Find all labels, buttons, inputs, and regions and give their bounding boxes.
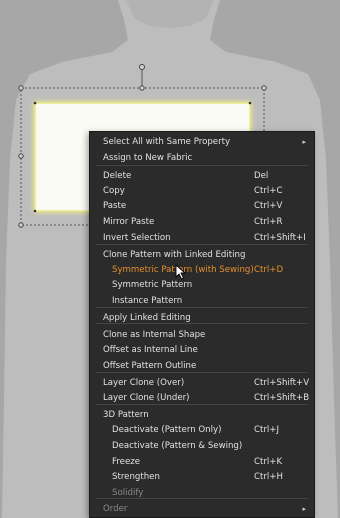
menu-item-shortcut: Del [254,171,269,181]
menu-item-label: Mirror Paste [103,217,155,227]
menu-item-symmetric-pattern[interactable]: Symmetric Pattern [90,277,314,293]
pattern-point-tl[interactable] [33,101,37,105]
menu-item-copy[interactable]: Copy Ctrl+C [90,183,314,199]
menu-item-3d-pattern[interactable]: 3D Pattern [90,407,314,423]
menu-separator [96,498,308,499]
menu-item-label: Select All with Same Property [103,137,231,147]
menu-item-shortcut: Ctrl+C [254,186,283,196]
menu-item-label: Assign to New Fabric [103,153,193,163]
menu-item-label: Freeze [112,457,141,467]
menu-item-mirror-paste[interactable]: Mirror Paste Ctrl+R [90,214,314,230]
menu-separator [96,307,308,308]
handle-bottom-left[interactable] [18,222,24,228]
menu-item-label: Order [103,504,128,514]
menu-item-shortcut: Ctrl+K [254,457,283,467]
menu-item-label: Offset as Internal Line [103,345,198,355]
mouse-cursor-icon [175,264,187,280]
handle-middle-left[interactable] [18,153,24,159]
pattern-point-bl[interactable] [33,209,37,213]
menu-item-clone-pattern-with-linked-editing[interactable]: Clone Pattern with Linked Editing [90,247,314,263]
menu-item-label: Layer Clone (Over) [103,378,185,388]
menu-item-label: Strengthen [112,472,160,482]
menu-item-label: Delete [103,171,132,181]
menu-item-label: Clone Pattern with Linked Editing [103,250,246,260]
menu-item-label: 3D Pattern [103,410,149,420]
rotation-handle[interactable] [139,64,145,70]
handle-top-right[interactable] [261,85,267,91]
menu-separator [96,323,308,324]
handle-top-center[interactable] [139,85,145,91]
menu-item-paste[interactable]: Paste Ctrl+V [90,198,314,214]
submenu-arrow-icon: ▸ [302,138,306,146]
menu-separator [96,372,308,373]
handle-top-left[interactable] [18,85,24,91]
menu-item-deactivate-pattern-only[interactable]: Deactivate (Pattern Only) Ctrl+J [90,422,314,438]
menu-item-freeze[interactable]: Freeze Ctrl+K [90,454,314,470]
menu-item-select-all-with-same-property[interactable]: Select All with Same Property ▸ [90,134,314,150]
menu-item-strengthen[interactable]: Strengthen Ctrl+H [90,469,314,485]
menu-item-label: Clone as Internal Shape [103,330,206,340]
menu-item-layer-clone-over[interactable]: Layer Clone (Over) Ctrl+Shift+V [90,375,314,391]
menu-item-assign-to-new-fabric[interactable]: Assign to New Fabric [90,150,314,166]
menu-item-label: Deactivate (Pattern & Sewing) [112,441,243,451]
menu-item-label: Copy [103,186,125,196]
pattern-point-tr[interactable] [248,101,252,105]
menu-item-shortcut: Ctrl+D [254,265,284,275]
menu-item-order[interactable]: Order ▸ [90,501,314,517]
menu-item-shortcut: Ctrl+J [254,425,280,435]
menu-separator [96,244,308,245]
menu-item-offset-as-internal-line[interactable]: Offset as Internal Line [90,342,314,358]
menu-item-shortcut: Ctrl+Shift+V [254,378,310,388]
menu-separator [96,165,308,166]
submenu-arrow-icon: ▸ [302,505,306,513]
menu-separator [96,404,308,405]
menu-item-shortcut: Ctrl+H [254,472,283,482]
context-menu: Select All with Same Property ▸ Assign to … [89,131,315,518]
menu-item-clone-as-internal-shape[interactable]: Clone as Internal Shape [90,327,314,343]
menu-item-label: Paste [103,201,127,211]
menu-item-shortcut: Ctrl+R [254,217,283,227]
menu-item-symmetric-pattern-with-sewing[interactable]: Symmetric Pattern (with Sewing) Ctrl+D [90,262,314,278]
menu-item-delete[interactable]: Delete Del [90,168,314,184]
menu-item-deactivate-pattern-sewing[interactable]: Deactivate (Pattern & Sewing) [90,438,314,454]
menu-item-shortcut: Ctrl+V [254,201,283,211]
menu-item-label: Deactivate (Pattern Only) [112,425,222,435]
